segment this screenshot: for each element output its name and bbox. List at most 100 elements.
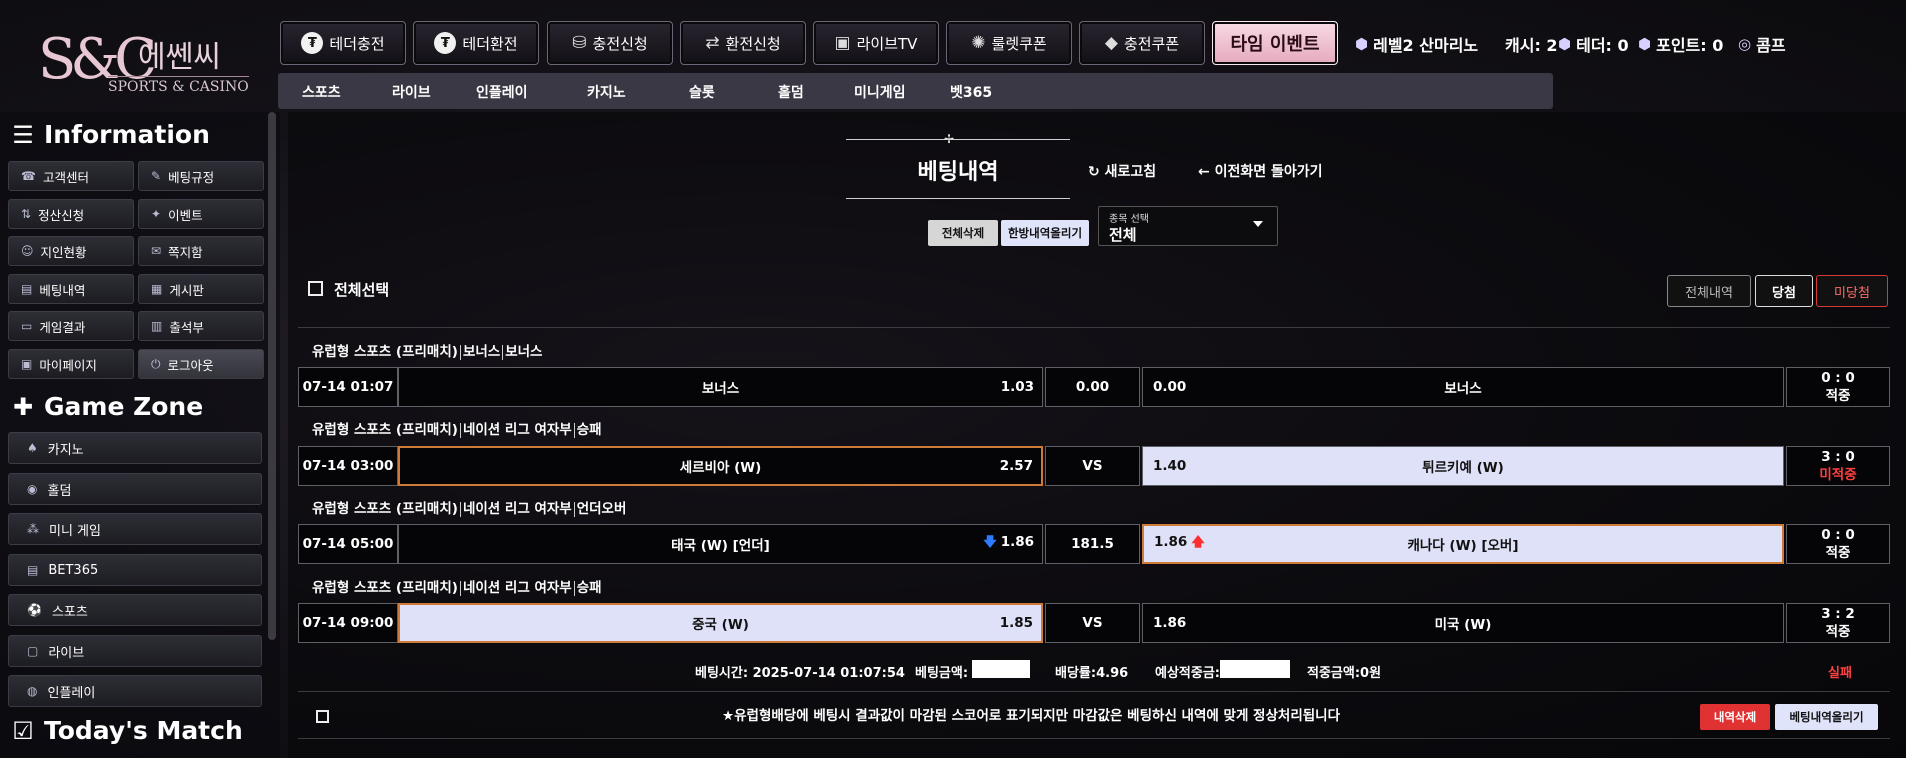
bet-category: 유럽형 스포츠 (프리매치) 네이션 리그 여자부 승패 xyxy=(312,422,602,438)
bet-row: 07-14 05:00 태국 (W) [언더] 🡇 1.86 181.5 1.86… xyxy=(298,524,1890,564)
bet-away-option[interactable]: 1.86 🡅 캐나다 (W) [오버] xyxy=(1142,524,1784,564)
game-item-bet365[interactable]: ▤ BET365 xyxy=(8,554,262,586)
tether-icon: ₮ xyxy=(434,32,457,54)
subnav-casino[interactable]: 카지노 xyxy=(587,82,626,102)
sidebar-item-settlement[interactable]: ⇅ 정산신청 xyxy=(8,199,134,229)
refresh-button[interactable]: ↻ 새로고침 xyxy=(1088,161,1156,181)
mini-game-icon: ⁂ xyxy=(27,522,39,536)
attendance-icon: ▥ xyxy=(151,319,163,333)
subnav-holdem[interactable]: 홀덤 xyxy=(778,82,804,102)
bet-home-option[interactable]: 태국 (W) [언더] 🡇 1.86 xyxy=(398,524,1043,564)
site-logo[interactable]: S&C 에쎈씨 SPORTS & CASINO xyxy=(30,18,250,104)
roulette-icon: ✺ xyxy=(971,33,986,53)
bet-time-summary: 베팅시간: 2025-07-14 01:07:54 xyxy=(695,666,905,681)
comp-icon: ◎ xyxy=(1738,35,1752,53)
bet-status: 적중 xyxy=(1825,388,1851,404)
game-result-icon: ▭ xyxy=(21,319,33,333)
bet-row: 07-14 03:00 세르비아 (W) 2.57 VS 1.40 튀르키예 (… xyxy=(298,446,1890,486)
sport-select[interactable]: 종목 선택 전체 xyxy=(1098,206,1278,246)
filter-win-button[interactable]: 당첨 xyxy=(1755,275,1813,307)
delete-all-button[interactable]: 전체삭제 xyxy=(928,220,998,246)
bet-home-option[interactable]: 세르비아 (W) 2.57 xyxy=(398,446,1043,486)
redacted-expected xyxy=(1220,660,1290,678)
nav-tether-exchange-button[interactable]: ₮ 테더환전 xyxy=(413,21,539,65)
arrow-up-icon: 🡅 xyxy=(1191,535,1205,550)
inplay-icon: ◍ xyxy=(27,684,38,698)
tether-stat: ⬢ 테더: 0 xyxy=(1558,35,1629,55)
sidebar-item-event[interactable]: ✦ 이벤트 xyxy=(138,199,264,229)
level-icon: ⬢ xyxy=(1355,35,1369,53)
bet-away-option[interactable]: 1.86 미국 (W) xyxy=(1142,603,1784,643)
sidebar-item-betting-history[interactable]: ▤ 베팅내역 xyxy=(8,274,134,304)
points-stat: ⬢ 포인트: 0 xyxy=(1638,35,1724,55)
sidebar-item-logout[interactable]: ⏻ 로그아웃 xyxy=(138,349,264,379)
delete-history-button[interactable]: 내역삭제 xyxy=(1700,704,1770,730)
game-item-mini-game[interactable]: ⁂ 미니 게임 xyxy=(8,513,262,545)
bet-away-option[interactable]: 0.00 보너스 xyxy=(1142,367,1784,407)
sidebar-item-friends[interactable]: ☺ 지인현황 xyxy=(8,236,134,266)
subnav-sports[interactable]: 스포츠 xyxy=(302,82,341,102)
bet-mid-value: VS xyxy=(1045,446,1140,486)
nav-charge-request-button[interactable]: ⛁ 충전신청 xyxy=(547,21,673,65)
upload-history-button[interactable]: 베팅내역올리기 xyxy=(1775,704,1878,730)
sidebar-item-customer-center[interactable]: ☎ 고객센터 xyxy=(8,161,134,191)
bet-home-option[interactable]: 보너스 1.03 xyxy=(398,367,1043,407)
information-icon: ☰ xyxy=(12,120,34,149)
sidebar-item-mypage[interactable]: ▣ 마이페이지 xyxy=(8,349,134,379)
nav-tether-charge-button[interactable]: ₮ 테더충전 xyxy=(280,21,406,65)
expected-win-summary: 예상적중금: xyxy=(1155,666,1220,681)
bet-time: 07-14 01:07 xyxy=(298,367,398,407)
level-stat[interactable]: ⬢ 레벨2 산마리노 xyxy=(1355,32,1478,56)
bet-score: 0 : 0 적중 xyxy=(1786,524,1890,564)
game-item-holdem[interactable]: ◉ 홀덤 xyxy=(8,473,262,505)
nav-live-tv-button[interactable]: ▣ 라이브TV xyxy=(813,21,939,65)
subnav-minigame[interactable]: 미니게임 xyxy=(854,82,906,102)
time-event-button[interactable]: 타임 이벤트 xyxy=(1212,21,1338,65)
subnav-inplay[interactable]: 인플레이 xyxy=(476,82,528,102)
game-item-casino[interactable]: ♠ 카지노 xyxy=(8,432,262,464)
sidebar-item-board[interactable]: ▦ 게시판 xyxy=(138,274,264,304)
sidebar-item-game-results[interactable]: ▭ 게임결과 xyxy=(8,311,134,341)
heading-divider xyxy=(846,139,1070,140)
exchange-icon: ⇄ xyxy=(705,33,720,53)
subnav-live[interactable]: 라이브 xyxy=(392,82,431,102)
game-item-sports[interactable]: ⚽ 스포츠 xyxy=(8,594,262,626)
game-item-live[interactable]: ▢ 라이브 xyxy=(8,635,262,667)
bet-time: 07-14 03:00 xyxy=(298,446,398,486)
bet-away-option[interactable]: 1.40 튀르키예 (W) xyxy=(1142,446,1784,486)
divider xyxy=(298,327,1890,328)
logo-english: SPORTS & CASINO xyxy=(108,76,249,95)
subnav-slot[interactable]: 슬롯 xyxy=(689,82,715,102)
tether-icon: ⬢ xyxy=(1558,35,1572,53)
gamepad-icon: ✚ xyxy=(12,392,34,421)
comp-stat[interactable]: ◎ 콤프 xyxy=(1738,32,1786,56)
nav-exchange-request-button[interactable]: ⇄ 환전신청 xyxy=(680,21,806,65)
game-item-inplay[interactable]: ◍ 인플레이 xyxy=(8,675,262,707)
upload-all-button[interactable]: 한방내역올리기 xyxy=(1001,220,1089,246)
row-select-checkbox[interactable] xyxy=(316,710,329,723)
live-icon: ▢ xyxy=(27,644,39,658)
chip-icon: ◉ xyxy=(27,482,38,496)
subnav-bet365[interactable]: 벳365 xyxy=(950,82,992,102)
bet-status: 적중 xyxy=(1825,545,1851,561)
bet-row: 07-14 01:07 보너스 1.03 0.00 0.00 보너스 0 : 0… xyxy=(298,367,1890,407)
back-button[interactable]: ← 이전화면 돌아가기 xyxy=(1198,161,1323,181)
nav-charge-coupon-button[interactable]: ◆ 충전쿠폰 xyxy=(1079,21,1205,65)
filter-all-button[interactable]: 전체내역 xyxy=(1667,275,1751,307)
arrow-left-icon: ← xyxy=(1198,164,1210,180)
bet-home-option[interactable]: 중국 (W) 1.85 xyxy=(398,603,1043,643)
bet-status: 미적중 xyxy=(1819,467,1857,483)
sidebar-scrollbar[interactable] xyxy=(268,112,276,640)
sidebar-item-attendance[interactable]: ▥ 출석부 xyxy=(138,311,264,341)
sidebar-item-messages[interactable]: ✉ 쪽지함 xyxy=(138,236,264,266)
sidebar-item-betting-rules[interactable]: ✎ 베팅규정 xyxy=(138,161,264,191)
settlement-icon: ⇅ xyxy=(21,207,32,221)
result-summary: 실패 xyxy=(1828,666,1852,681)
bet-amount-summary: 베팅금액: xyxy=(915,666,969,681)
select-all-checkbox[interactable] xyxy=(308,281,323,296)
page-heading: ✢ 베팅내역 xyxy=(846,132,1070,202)
tether-icon: ₮ xyxy=(301,32,324,54)
nav-roulette-coupon-button[interactable]: ✺ 룰렛쿠폰 xyxy=(946,21,1072,65)
sport-select-value: 전체 xyxy=(1109,226,1137,244)
filter-lose-button[interactable]: 미당첨 xyxy=(1816,275,1888,307)
